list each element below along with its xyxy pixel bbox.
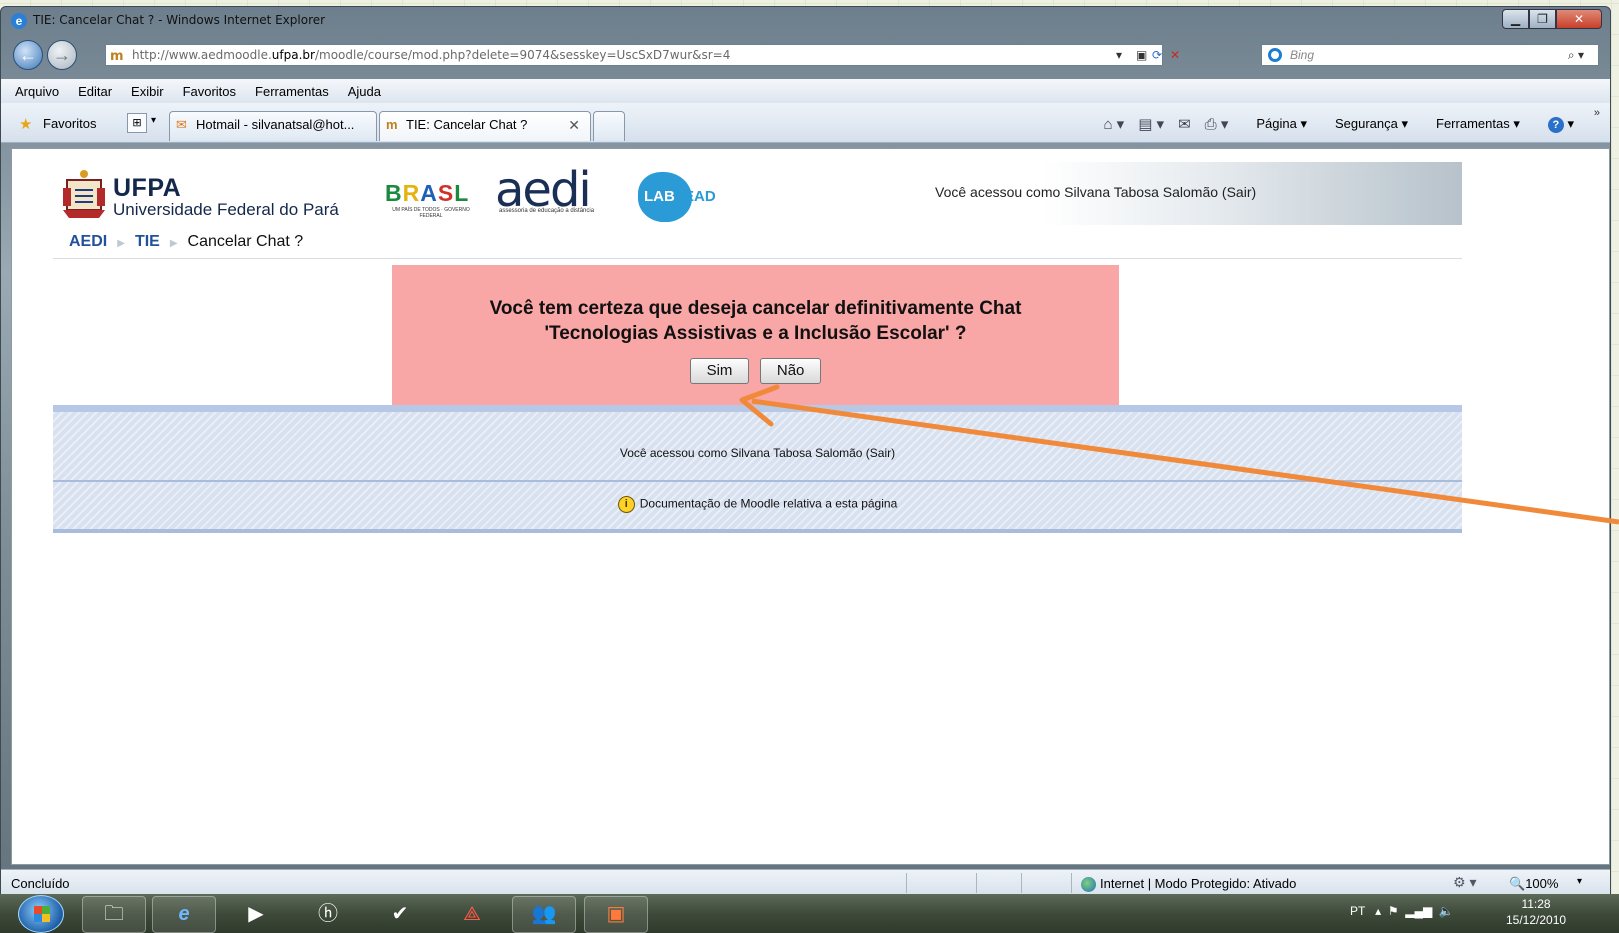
page-menu[interactable]: Página ▾ — [1242, 116, 1307, 132]
no-button[interactable]: Não — [759, 358, 822, 384]
labead-logo: LAB EAD — [638, 168, 730, 222]
minimize-button[interactable]: ▁ — [1502, 9, 1529, 29]
window-title: TIE: Cancelar Chat ? - Windows Internet … — [33, 13, 326, 27]
help-icon: ? — [1547, 116, 1564, 133]
checkmark-app-taskbar-icon[interactable]: ✔ — [368, 896, 432, 933]
close-button[interactable]: ✕ — [1556, 9, 1602, 29]
breadcrumb-tie[interactable]: TIE — [135, 233, 160, 250]
tools-menu[interactable]: Ferramentas ▾ — [1422, 116, 1520, 132]
explorer-taskbar-icon[interactable]: 🗀 — [82, 896, 146, 933]
confirm-box: Você tem certeza que deseja cancelar def… — [392, 265, 1119, 405]
avira-taskbar-icon[interactable]: ⟁ — [440, 896, 504, 933]
system-tray: PT ▴ ⚑ ▂▄▆ 🔈 — [1350, 904, 1454, 918]
favorites-button[interactable]: Favoritos — [43, 116, 96, 131]
confirm-message: Você tem certeza que deseja cancelar def… — [489, 298, 1022, 344]
info-icon: i — [617, 496, 635, 513]
new-tab-button[interactable] — [593, 111, 625, 141]
menu-help[interactable]: Ajuda — [348, 84, 381, 99]
address-dropdown-icon[interactable]: ▾ — [1116, 45, 1122, 65]
tab-list-dropdown-icon[interactable]: ▾ — [151, 115, 156, 126]
chevron-more-icon[interactable]: » — [1594, 107, 1600, 119]
site-header: UFPA Universidade Federal do Pará BRASL … — [53, 162, 1462, 225]
refresh-icon[interactable]: ⟳ — [1152, 45, 1162, 65]
mail-icon: ✉ — [176, 117, 187, 132]
brasil-logo: BRASL UM PAÍS DE TODOS · GOVERNO FEDERAL — [385, 180, 470, 219]
compatibility-view-icon[interactable]: ▣ — [1136, 45, 1147, 65]
stop-icon[interactable]: ✕ — [1170, 45, 1180, 65]
aedi-subtitle: assessoria de educação a distância — [499, 208, 595, 214]
quick-tabs-icon[interactable]: ⊞ — [127, 113, 147, 133]
powerpoint-taskbar-icon[interactable]: ▣ — [584, 896, 648, 933]
help-menu[interactable]: ? ▾ — [1534, 116, 1574, 133]
protected-mode-icon[interactable]: ⚙ ▾ — [1453, 874, 1476, 891]
messenger-taskbar-icon[interactable]: 👥 — [512, 896, 576, 933]
back-button[interactable]: ← — [13, 40, 43, 70]
menu-favorites[interactable]: Favoritos — [183, 84, 236, 99]
read-mail-icon[interactable]: ✉ — [1178, 115, 1191, 133]
menu-tools[interactable]: Ferramentas — [255, 84, 329, 99]
favorites-bar: ★ Favoritos ⊞ ▾ ✉ Hotmail - silvanatsal@… — [1, 103, 1610, 143]
breadcrumb-separator-icon: ▶ — [117, 238, 125, 249]
breadcrumb-separator-icon: ▶ — [169, 238, 178, 249]
login-info-header[interactable]: Você acessou como Silvana Tabosa Salomão… — [935, 184, 1256, 200]
zoom-dropdown-icon[interactable]: ▾ — [1577, 876, 1582, 887]
login-info-footer[interactable]: Você acessou como Silvana Tabosa Salomão… — [53, 446, 1462, 460]
address-bar[interactable]: m http://www.aedmoodle.ufpa.br/moodle/co… — [105, 44, 1180, 66]
media-player-taskbar-icon[interactable]: ▶ — [224, 896, 288, 933]
print-icon[interactable]: ⎙ ▾ — [1205, 115, 1229, 133]
maximize-button[interactable]: ❐ — [1529, 9, 1556, 29]
command-bar: ⌂ ▾ ▤ ▾ ✉ ⎙ ▾ Página ▾ Segurança ▾ Ferra… — [1089, 115, 1574, 134]
breadcrumb-aedi[interactable]: AEDI — [69, 233, 107, 250]
menu-file[interactable]: Arquivo — [15, 84, 59, 99]
windows-taskbar: 🗀 e ▶ ⓗ ✔ ⟁ 👥 ▣ PT ▴ ⚑ ▂▄▆ 🔈 11:28 15/12… — [0, 894, 1619, 933]
ie-icon: e — [11, 13, 27, 29]
close-tab-icon[interactable]: ✕ — [568, 112, 580, 138]
title-bar: e TIE: Cancelar Chat ? - Windows Interne… — [1, 7, 1610, 35]
forward-button[interactable]: → — [47, 40, 77, 70]
moodle-page: UFPA Universidade Federal do Pará BRASL … — [53, 162, 1462, 533]
tab-cancelar-chat[interactable]: m TIE: Cancelar Chat ? ✕ — [379, 111, 591, 141]
tab-hotmail[interactable]: ✉ Hotmail - silvanatsal@hot... — [169, 111, 377, 141]
security-zone[interactable]: Internet | Modo Protegido: Ativado — [1081, 876, 1296, 893]
bing-icon — [1268, 48, 1282, 62]
home-icon[interactable]: ⌂ ▾ — [1103, 115, 1124, 133]
address-row: ← → m http://www.aedmoodle.ufpa.br/moodl… — [1, 39, 1610, 71]
ufpa-crest-icon — [63, 170, 105, 218]
page-viewport: UFPA Universidade Federal do Pará BRASL … — [11, 148, 1610, 865]
language-indicator[interactable]: PT — [1350, 904, 1365, 918]
status-text: Concluído — [11, 876, 70, 891]
page-footer: Você acessou como Silvana Tabosa Salomão… — [53, 405, 1462, 533]
globe-icon — [1081, 877, 1096, 893]
ie-window: e TIE: Cancelar Chat ? - Windows Interne… — [0, 6, 1611, 895]
windows-logo-icon — [34, 906, 50, 922]
moodle-favicon-icon: m — [110, 49, 124, 64]
zoom-level[interactable]: 🔍100% — [1509, 876, 1558, 892]
status-bar: Concluído Internet | Modo Protegido: Ati… — [1, 869, 1610, 895]
breadcrumb-current: Cancelar Chat ? — [187, 233, 304, 250]
security-menu[interactable]: Segurança ▾ — [1321, 116, 1408, 132]
breadcrumb: AEDI ▶ TIE ▶ Cancelar Chat ? — [53, 225, 1462, 259]
menu-edit[interactable]: Editar — [78, 84, 112, 99]
search-icon[interactable]: ⌕ ▾ — [1568, 45, 1584, 65]
search-input[interactable]: Bing ⌕ ▾ — [1261, 44, 1599, 66]
main-content: Você tem certeza que deseja cancelar def… — [53, 259, 1462, 405]
clock[interactable]: 11:28 15/12/2010 — [1506, 896, 1566, 928]
menu-bar: Arquivo Editar Exibir Favoritos Ferramen… — [1, 79, 1610, 103]
ufpa-full-name: Universidade Federal do Pará — [113, 200, 339, 219]
moodle-docs-link[interactable]: i Documentação de Moodle relativa a esta … — [53, 496, 1462, 513]
ufpa-logo-text: UFPA — [113, 174, 182, 202]
feeds-icon[interactable]: ▤ ▾ — [1138, 115, 1164, 133]
hp-taskbar-icon[interactable]: ⓗ — [296, 896, 360, 933]
menu-view[interactable]: Exibir — [131, 84, 164, 99]
favorites-star-icon[interactable]: ★ — [19, 115, 32, 133]
yes-button[interactable]: Sim — [689, 358, 750, 384]
start-button[interactable] — [18, 895, 64, 933]
moodle-icon: m — [386, 117, 398, 132]
ie-taskbar-icon[interactable]: e — [152, 896, 216, 933]
